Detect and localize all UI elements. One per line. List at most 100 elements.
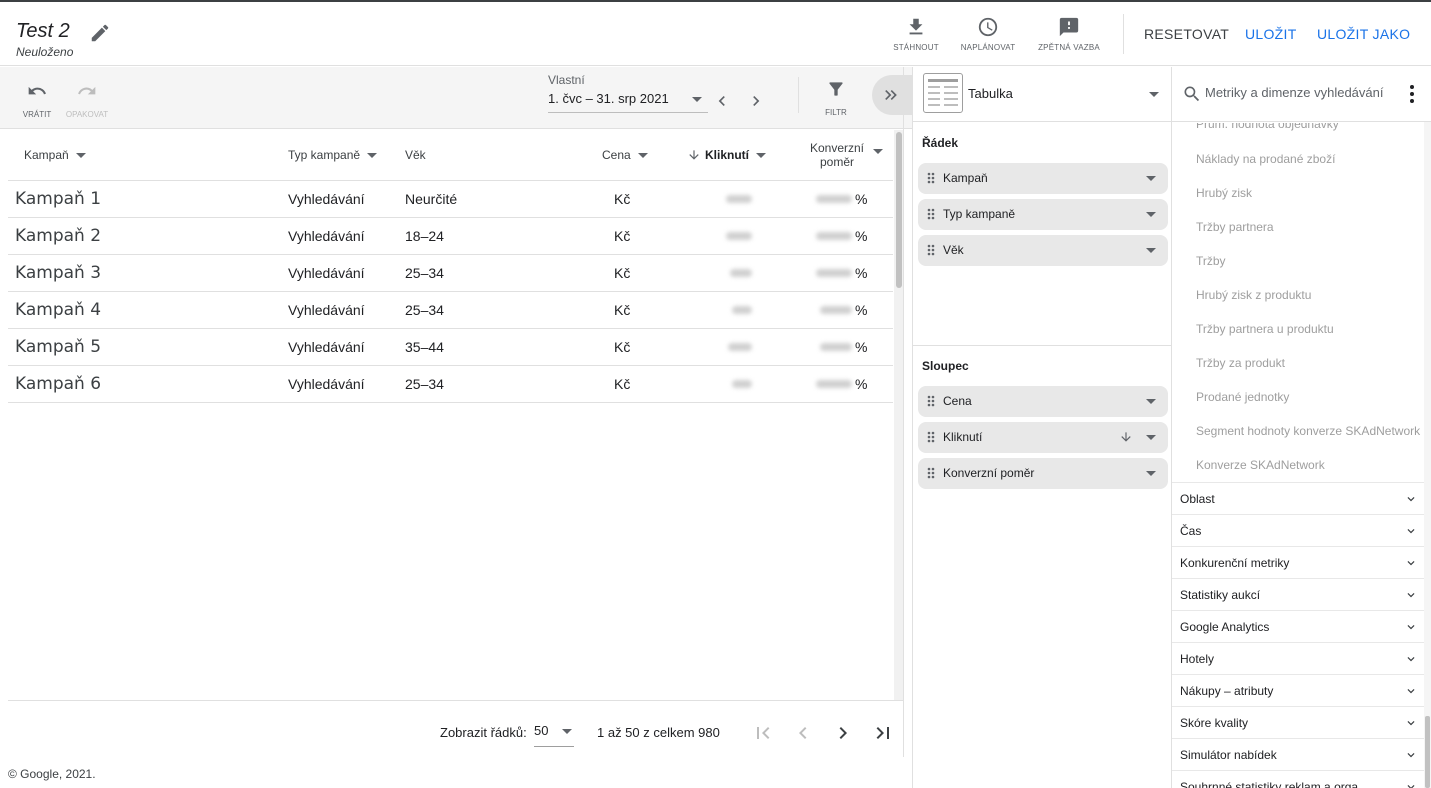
column-chip-conversion-rate[interactable]: Konverzní poměr <box>918 458 1168 489</box>
redo-label: OPAKOVAT <box>65 110 109 119</box>
category-google-analytics[interactable]: Google Analytics <box>1172 610 1424 642</box>
column-header-age[interactable]: Věk <box>405 130 426 180</box>
category-oblast[interactable]: Oblast <box>1172 482 1424 514</box>
category-cas[interactable]: Čas <box>1172 514 1424 546</box>
column-header-conversion-rate[interactable]: Konverzní poměr <box>803 130 883 180</box>
chevron-down-icon <box>1407 497 1415 502</box>
category-bid-simulator[interactable]: Simulátor nabídek <box>1172 738 1424 770</box>
conversion-unit: % <box>855 191 868 207</box>
collapse-panel-button[interactable] <box>872 75 912 115</box>
column-header-clicks[interactable]: Kliknutí <box>687 130 766 180</box>
column-chip-clicks[interactable]: Kliknutí <box>918 422 1168 453</box>
cell-clicks-redacted <box>726 181 752 217</box>
report-title[interactable]: Test 2 <box>16 20 70 43</box>
previous-period-icon[interactable] <box>712 91 732 111</box>
metric-item[interactable]: Tržby partnera <box>1196 220 1274 234</box>
visualization-select[interactable]: Tabulka <box>913 67 1173 122</box>
table-row[interactable]: Kampaň 2 Vyhledávání 18–24 Kč % <box>8 218 893 255</box>
save-status: Neuloženo <box>16 45 74 59</box>
column-header-campaign[interactable]: Kampaň <box>24 130 86 180</box>
table-row[interactable]: Kampaň 6 Vyhledávání 25–34 Kč % <box>8 366 893 403</box>
table-row[interactable]: Kampaň 5 Vyhledávání 35–44 Kč % <box>8 329 893 366</box>
drag-handle-icon[interactable] <box>927 395 935 407</box>
drag-handle-icon[interactable] <box>927 467 935 479</box>
previous-page-icon[interactable] <box>791 721 815 745</box>
metric-item[interactable]: Tržby <box>1196 254 1226 268</box>
sort-descending-icon[interactable] <box>1119 430 1133 444</box>
dropdown-caret-icon[interactable] <box>1146 471 1156 476</box>
metric-item[interactable]: Prům. hodnota objednávky <box>1196 123 1339 131</box>
category-paid-organic-summary[interactable]: Souhrnné statistiky reklam a orga <box>1172 770 1424 788</box>
metric-item[interactable]: Tržby za produkt <box>1196 356 1285 370</box>
drag-handle-icon[interactable] <box>927 431 935 443</box>
dropdown-caret-icon[interactable] <box>1146 212 1156 217</box>
chevron-down-icon <box>1407 625 1415 630</box>
column-chip-cost[interactable]: Cena <box>918 386 1168 417</box>
row-chip-campaign-type[interactable]: Typ kampaně <box>918 199 1168 230</box>
row-chip-age[interactable]: Věk <box>918 235 1168 266</box>
next-page-icon[interactable] <box>831 721 855 745</box>
schedule-button[interactable]: NAPLÁNOVAT <box>953 16 1023 52</box>
feedback-icon <box>1059 17 1079 37</box>
arrow-down-icon <box>689 150 699 160</box>
cell-campaign: Kampaň 6 <box>15 374 102 394</box>
drag-handle-icon[interactable] <box>927 244 935 256</box>
table-row[interactable]: Kampaň 3 Vyhledávání 25–34 Kč % <box>8 255 893 292</box>
sidebar-scrollbar-track[interactable] <box>1424 122 1431 788</box>
metric-item[interactable]: Prodané jednotky <box>1196 390 1289 404</box>
filter-button[interactable]: FILTR <box>818 79 854 117</box>
table-scrollbar-thumb[interactable] <box>896 132 902 288</box>
redo-button[interactable]: OPAKOVAT <box>62 81 112 119</box>
conversion-unit: % <box>855 302 868 318</box>
category-shopping-attributes[interactable]: Nákupy – atributy <box>1172 674 1424 706</box>
cell-conversion-rate: % <box>816 181 867 217</box>
column-header-label: Konverzní poměr <box>809 141 865 169</box>
save-button[interactable]: ULOŽIT <box>1245 26 1297 42</box>
table-panel-border <box>903 67 904 757</box>
rows-per-page-select[interactable]: 50 <box>534 723 574 747</box>
table-row[interactable]: Kampaň 1 Vyhledávání Neurčité Kč % <box>8 181 893 218</box>
metric-item[interactable]: Hrubý zisk <box>1196 186 1252 200</box>
download-button[interactable]: STÁHNOUT <box>881 16 951 52</box>
metric-item[interactable]: Tržby partnera u produktu <box>1196 322 1334 336</box>
first-page-icon[interactable] <box>751 721 775 745</box>
metric-item[interactable]: Hrubý zisk z produktu <box>1196 288 1311 302</box>
category-competitive-metrics[interactable]: Konkurenční metriky <box>1172 546 1424 578</box>
edit-pencil-icon[interactable] <box>89 22 111 44</box>
feedback-button[interactable]: ZPĚTNÁ VAZBA <box>1034 16 1104 52</box>
category-auction-insights[interactable]: Statistiky aukcí <box>1172 578 1424 610</box>
more-vert-icon[interactable] <box>1404 83 1420 105</box>
metric-item[interactable]: Náklady na prodané zboží <box>1196 152 1335 166</box>
sidebar-scrollbar-thumb[interactable] <box>1425 716 1430 788</box>
cell-campaign: Kampaň 3 <box>15 263 102 283</box>
column-header-cost[interactable]: Cena <box>602 130 648 180</box>
category-label: Konkurenční metriky <box>1180 556 1290 570</box>
category-label: Skóre kvality <box>1180 716 1249 730</box>
table-row[interactable]: Kampaň 4 Vyhledávání 25–34 Kč % <box>8 292 893 329</box>
drag-handle-icon[interactable] <box>927 208 935 220</box>
rows-per-page-value: 50 <box>534 723 549 738</box>
last-page-icon[interactable] <box>871 721 895 745</box>
category-label: Google Analytics <box>1180 620 1270 634</box>
reset-button[interactable]: RESETOVAT <box>1144 26 1229 42</box>
column-header-campaign-type[interactable]: Typ kampaně <box>288 130 378 180</box>
undo-button[interactable]: VRÁTIT <box>12 81 62 119</box>
dropdown-caret-icon[interactable] <box>1146 248 1156 253</box>
metrics-search-input[interactable] <box>1205 85 1395 100</box>
save-as-button[interactable]: ULOŽIT JAKO <box>1317 26 1410 42</box>
cell-conversion-rate: % <box>820 292 867 328</box>
header-divider <box>1123 14 1124 54</box>
date-range-select[interactable]: 1. čvc – 31. srp 2021 <box>548 91 708 113</box>
next-period-icon[interactable] <box>746 91 766 111</box>
dropdown-caret-icon[interactable] <box>1146 399 1156 404</box>
metric-item[interactable]: Segment hodnoty konverze SKAdNetwork <box>1196 424 1420 438</box>
category-quality-score[interactable]: Skóre kvality <box>1172 706 1424 738</box>
dropdown-caret-icon[interactable] <box>1146 435 1156 440</box>
dropdown-caret-icon[interactable] <box>1146 176 1156 181</box>
category-hotels[interactable]: Hotely <box>1172 642 1424 674</box>
row-chip-campaign[interactable]: Kampaň <box>918 163 1168 194</box>
drag-handle-icon[interactable] <box>927 172 935 184</box>
cell-campaign-type: Vyhledávání <box>288 376 365 392</box>
visualization-label: Tabulka <box>968 86 1013 101</box>
metric-item[interactable]: Konverze SKAdNetwork <box>1196 458 1325 472</box>
